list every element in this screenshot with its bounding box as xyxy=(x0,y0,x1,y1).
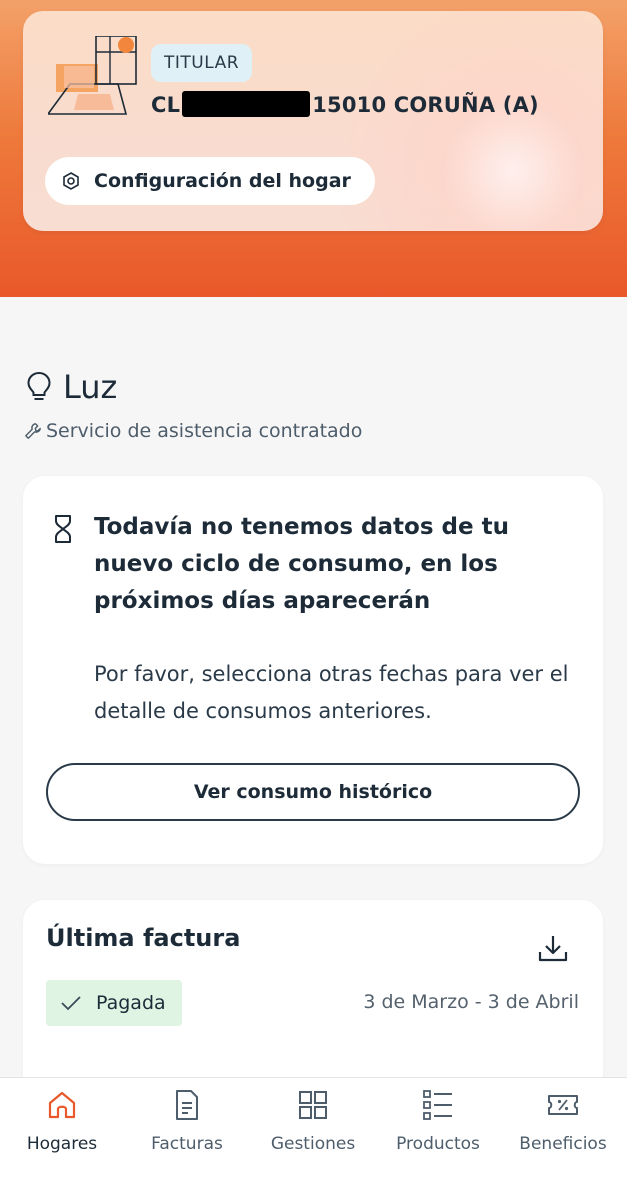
bill-period: 3 de Marzo - 3 de Abril xyxy=(363,991,579,1013)
home-icon xyxy=(48,1091,76,1119)
nav-item-facturas[interactable]: Facturas xyxy=(127,1088,247,1154)
titular-badge: TITULAR xyxy=(151,44,253,82)
home-config-label: Configuración del hogar xyxy=(94,170,351,192)
invoice-icon xyxy=(176,1090,198,1120)
grid-icon xyxy=(299,1091,327,1119)
paid-status-label: Pagada xyxy=(96,992,166,1014)
house-illustration-icon xyxy=(48,36,137,115)
address-end: 15010 CORUÑA (A) xyxy=(312,93,539,117)
list-icon xyxy=(423,1090,452,1120)
download-icon[interactable] xyxy=(536,932,570,966)
hourglass-icon xyxy=(55,515,71,543)
bottom-navigation: Hogares Facturas Gestiones Productos Ben… xyxy=(0,1077,627,1200)
nav-label-productos: Productos xyxy=(396,1134,480,1154)
home-config-button[interactable]: Configuración del hogar xyxy=(45,157,375,205)
nav-item-hogares[interactable]: Hogares xyxy=(2,1088,122,1154)
info-title: Todavía no tenemos datos de tu nuevo cic… xyxy=(94,514,509,614)
service-text: Servicio de asistencia contratado xyxy=(46,420,363,442)
info-text: Por favor, selecciona otras fechas para … xyxy=(94,662,569,723)
app-screen: TITULAR CL 15010 CORUÑA (A) Configuración… xyxy=(0,0,627,1200)
view-history-button[interactable]: Ver consumo histórico xyxy=(46,763,580,821)
service-line: Servicio de asistencia contratado xyxy=(24,420,362,442)
lightbulb-icon xyxy=(27,371,51,400)
nav-label-facturas: Facturas xyxy=(151,1134,223,1154)
nav-item-gestiones[interactable]: Gestiones xyxy=(253,1088,373,1154)
section-title-luz: Luz xyxy=(25,368,117,406)
settings-icon xyxy=(63,172,79,190)
paid-status-badge: Pagada xyxy=(46,980,182,1026)
check-icon xyxy=(61,996,81,1011)
wrench-icon xyxy=(25,423,41,439)
nav-item-productos[interactable]: Productos xyxy=(378,1088,498,1154)
address-start: CL xyxy=(151,93,181,117)
nav-label-beneficios: Beneficios xyxy=(519,1134,607,1154)
nav-label-hogares: Hogares xyxy=(26,1134,98,1154)
nav-item-beneficios[interactable]: Beneficios xyxy=(503,1088,623,1154)
home-card[interactable]: TITULAR CL 15010 CORUÑA (A) Configuración… xyxy=(23,11,603,231)
discount-ticket-icon xyxy=(548,1095,578,1115)
nav-label-gestiones: Gestiones xyxy=(270,1134,356,1154)
home-address: CL 15010 CORUÑA (A) xyxy=(151,91,539,117)
luz-title-text: Luz xyxy=(63,368,118,406)
consumption-info-card: Todavía no tenemos datos de tu nuevo cic… xyxy=(23,476,603,864)
bill-title: Última factura xyxy=(46,924,241,952)
redaction-bar xyxy=(182,91,311,117)
